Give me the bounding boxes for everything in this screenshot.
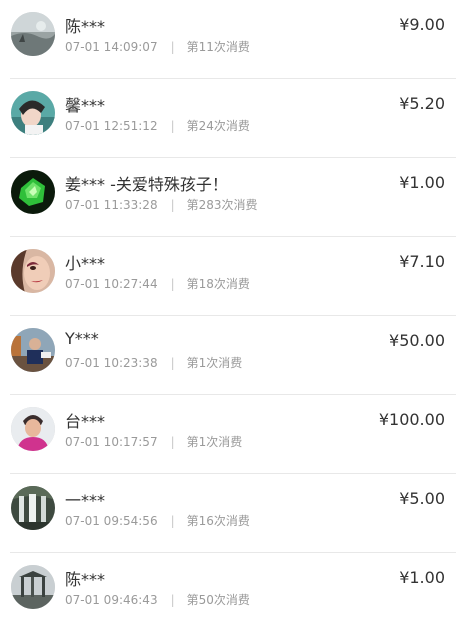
purchase-count: 第16次消费 bbox=[186, 514, 250, 528]
separator: | bbox=[170, 593, 175, 607]
separator: | bbox=[170, 40, 175, 54]
purchase-count: 第11次消费 bbox=[186, 40, 250, 54]
list-item[interactable]: 陈*** 07-01 09:46:43 | 第50次消费 ¥1.00 bbox=[0, 553, 456, 632]
purchase-count: 第24次消费 bbox=[186, 119, 250, 133]
separator: | bbox=[170, 356, 175, 370]
amount-value: 5.20 bbox=[409, 94, 445, 113]
separator: | bbox=[170, 119, 175, 133]
green-gem-avatar bbox=[11, 170, 55, 214]
separator: | bbox=[170, 198, 175, 212]
currency-symbol: ¥ bbox=[399, 568, 410, 587]
amount: ¥100.00 bbox=[379, 410, 445, 429]
amount-value: 100.00 bbox=[389, 410, 445, 429]
customer-name: 陈*** bbox=[65, 570, 106, 589]
amount: ¥5.00 bbox=[399, 489, 445, 508]
record-meta: 07-01 12:51:12 | 第24次消费 bbox=[65, 117, 250, 134]
amount-value: 1.00 bbox=[409, 173, 445, 192]
customer-name: 台*** bbox=[65, 412, 106, 431]
purchase-count: 第50次消费 bbox=[186, 593, 250, 607]
list-item[interactable]: 小*** 07-01 10:27:44 | 第18次消费 ¥7.10 bbox=[0, 237, 456, 316]
record-meta: 07-01 09:46:43 | 第50次消费 bbox=[65, 591, 250, 608]
record-time: 07-01 12:51:12 bbox=[65, 119, 158, 133]
record-meta: 07-01 14:09:07 | 第11次消费 bbox=[65, 38, 250, 55]
amount: ¥9.00 bbox=[399, 15, 445, 34]
currency-symbol: ¥ bbox=[399, 489, 410, 508]
customer-name: 陈*** bbox=[65, 17, 106, 36]
portrait-girl-avatar bbox=[11, 91, 55, 135]
man-on-boat-avatar bbox=[11, 328, 55, 372]
amount: ¥1.00 bbox=[399, 568, 445, 587]
pavilion-avatar bbox=[11, 565, 55, 609]
record-meta: 07-01 09:54:56 | 第16次消费 bbox=[65, 512, 250, 529]
purchase-count: 第283次消费 bbox=[186, 198, 258, 212]
purchase-count: 第1次消费 bbox=[186, 356, 243, 370]
amount-value: 1.00 bbox=[409, 568, 445, 587]
lake-scene-avatar bbox=[11, 12, 55, 56]
list-item[interactable]: Y*** 07-01 10:23:38 | 第1次消费 ¥50.00 bbox=[0, 316, 456, 395]
currency-symbol: ¥ bbox=[389, 331, 400, 350]
customer-name: 姜*** -关爱特殊孩子！ bbox=[65, 175, 228, 194]
currency-symbol: ¥ bbox=[399, 173, 410, 192]
consumption-record-list: 陈*** 07-01 14:09:07 | 第11次消费 ¥9.00 馨*** 07… bbox=[0, 0, 456, 617]
record-time: 07-01 09:54:56 bbox=[65, 514, 158, 528]
record-meta: 07-01 10:23:38 | 第1次消费 bbox=[65, 354, 242, 371]
currency-symbol: ¥ bbox=[378, 410, 390, 429]
amount: ¥1.00 bbox=[399, 173, 445, 192]
purchase-count: 第1次消费 bbox=[186, 435, 243, 449]
separator: | bbox=[170, 514, 175, 528]
list-item[interactable]: 台*** 07-01 10:17:57 | 第1次消费 ¥100.00 bbox=[0, 395, 456, 474]
record-time: 07-01 09:46:43 bbox=[65, 593, 158, 607]
amount-value: 50.00 bbox=[399, 331, 445, 350]
currency-symbol: ¥ bbox=[399, 94, 410, 113]
record-meta: 07-01 10:17:57 | 第1次消费 bbox=[65, 433, 242, 450]
record-time: 07-01 10:17:57 bbox=[65, 435, 158, 449]
customer-name: 小*** bbox=[65, 254, 106, 273]
customer-name: Y*** bbox=[65, 329, 99, 348]
separator: | bbox=[170, 435, 175, 449]
list-item[interactable]: 一*** 07-01 09:54:56 | 第16次消费 ¥5.00 bbox=[0, 474, 456, 553]
record-time: 07-01 10:23:38 bbox=[65, 356, 158, 370]
amount: ¥5.20 bbox=[399, 94, 445, 113]
amount: ¥7.10 bbox=[399, 252, 445, 271]
record-time: 07-01 14:09:07 bbox=[65, 40, 158, 54]
list-item[interactable]: 姜*** -关爱特殊孩子！ 07-01 11:33:28 | 第283次消费 ¥1.… bbox=[0, 158, 456, 237]
currency-symbol: ¥ bbox=[399, 252, 410, 271]
customer-name: 馨*** bbox=[65, 96, 106, 115]
record-time: 07-01 10:27:44 bbox=[65, 277, 158, 291]
amount-value: 5.00 bbox=[409, 489, 445, 508]
record-meta: 07-01 11:33:28 | 第283次消费 bbox=[65, 196, 258, 213]
list-item[interactable]: 馨*** 07-01 12:51:12 | 第24次消费 ¥5.20 bbox=[0, 79, 456, 158]
currency-symbol: ¥ bbox=[399, 15, 410, 34]
list-item[interactable]: 陈*** 07-01 14:09:07 | 第11次消费 ¥9.00 bbox=[0, 0, 456, 79]
amount: ¥50.00 bbox=[389, 331, 445, 350]
customer-name: 一*** bbox=[65, 491, 106, 510]
record-meta: 07-01 10:27:44 | 第18次消费 bbox=[65, 275, 250, 292]
face-makeup-avatar bbox=[11, 249, 55, 293]
amount-value: 9.00 bbox=[409, 15, 445, 34]
record-time: 07-01 11:33:28 bbox=[65, 198, 158, 212]
waterfall-avatar bbox=[11, 486, 55, 530]
purchase-count: 第18次消费 bbox=[186, 277, 250, 291]
woman-pink-avatar bbox=[11, 407, 55, 451]
separator: | bbox=[170, 277, 175, 291]
amount-value: 7.10 bbox=[409, 252, 445, 271]
